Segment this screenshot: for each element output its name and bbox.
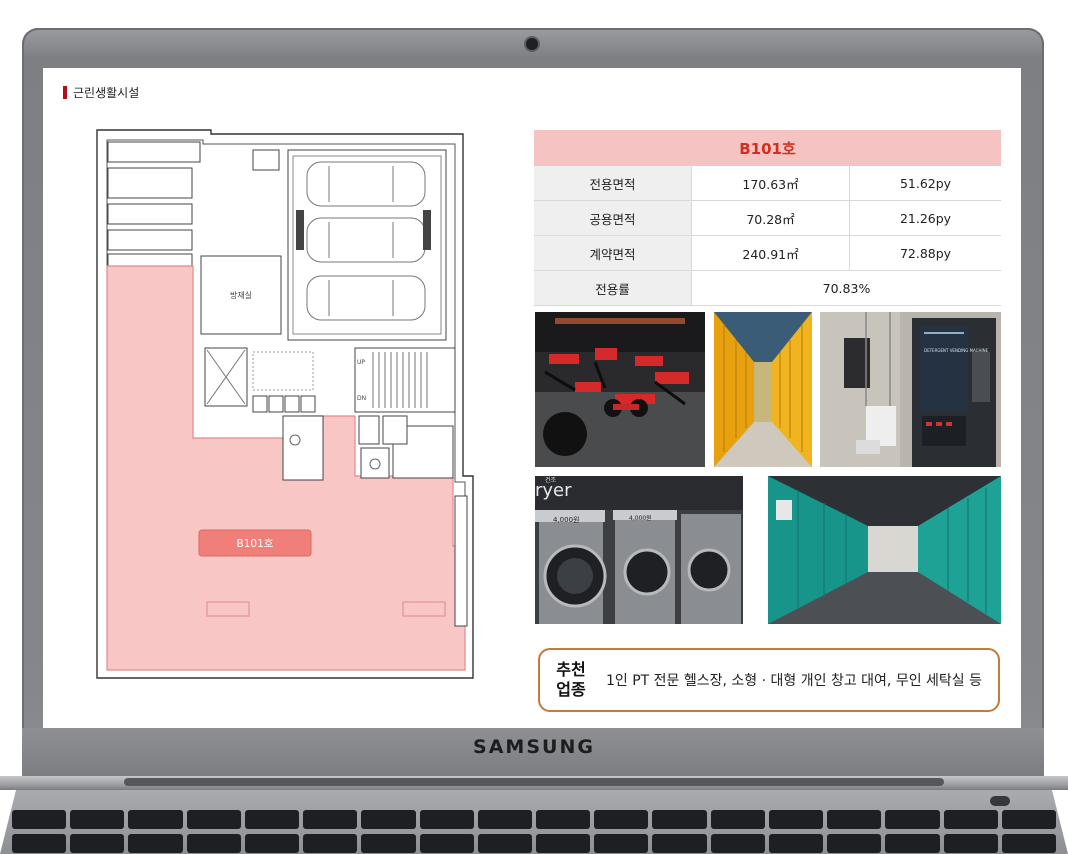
row-label: 계약면적	[534, 235, 692, 271]
keyboard-key[interactable]	[361, 834, 416, 853]
keyboard-key[interactable]	[244, 810, 300, 829]
stair-up-label: UP	[357, 359, 365, 366]
keyboard-key[interactable]	[535, 834, 591, 853]
ratio-label: 전용률	[534, 270, 692, 306]
keyboard-key[interactable]	[303, 810, 358, 829]
keyboard-key[interactable]	[1001, 810, 1056, 829]
area-m2: 70.28㎡	[691, 200, 850, 236]
teal-storage-corridor-photo	[768, 476, 1001, 624]
reco-label-line2: 업종	[556, 680, 586, 699]
section-title-text: 근린생활시설	[73, 86, 140, 100]
laptop-screen: 근린생활시설 방재실 UP DN B101호 B101호 전용면적 170.63…	[43, 68, 1021, 728]
keyboard-key[interactable]	[186, 834, 241, 853]
recommended-business-label: 추천 업종	[540, 660, 602, 700]
keyboard-key[interactable]	[768, 834, 824, 853]
keyboard-key[interactable]	[128, 834, 183, 853]
recommended-business-text: 1인 PT 전문 헬스장, 소형 · 대형 개인 창고 대여, 무인 세탁실 등	[606, 673, 983, 689]
keyboard-key[interactable]	[535, 810, 591, 829]
row-label: 전용면적	[534, 166, 692, 201]
power-button[interactable]	[990, 796, 1010, 806]
keyboard-key[interactable]	[768, 810, 824, 829]
unit-area-table: B101호 전용면적 170.63㎡ 51.62py 공용면적 70.28㎡ 2…	[534, 130, 1001, 306]
keyboard-key[interactable]	[244, 834, 300, 853]
area-m2: 170.63㎡	[691, 166, 850, 201]
stair-down-label: DN	[357, 395, 366, 402]
floor-plan: 방재실 UP DN B101호	[96, 129, 474, 679]
keyboard-key[interactable]	[477, 834, 532, 853]
keyboard-key[interactable]	[885, 834, 940, 853]
keyboard-key[interactable]	[419, 834, 474, 853]
keyboard-key[interactable]	[594, 834, 649, 853]
yellow-storage-corridor-photo	[714, 312, 812, 467]
table-row: 공용면적 70.28㎡ 21.26py	[534, 200, 1001, 236]
webcam-icon	[526, 38, 538, 50]
brand-logo: SAMSUNG	[473, 736, 595, 758]
keyboard-key[interactable]	[652, 834, 707, 853]
price-label-1: 4,000원	[553, 515, 579, 524]
keyboard-key[interactable]	[419, 810, 474, 829]
table-row: 계약면적 240.91㎡ 72.88py	[534, 235, 1001, 271]
area-py: 51.62py	[849, 166, 1001, 201]
area-m2: 240.91㎡	[691, 235, 850, 271]
keyboard-key[interactable]	[12, 834, 67, 853]
keyboard-key[interactable]	[303, 834, 358, 853]
keyboard[interactable]	[12, 810, 1056, 854]
keyboard-key[interactable]	[827, 834, 882, 853]
ratio-value: 70.83%	[691, 270, 1001, 306]
keyboard-key[interactable]	[943, 834, 998, 853]
table-row: 전용률 70.83%	[534, 270, 1001, 306]
price-label-2: 4,000원	[629, 514, 652, 522]
recommended-business-box: 추천 업종 1인 PT 전문 헬스장, 소형 · 대형 개인 창고 대여, 무인…	[538, 648, 1000, 712]
hinge-groove	[124, 778, 944, 786]
keyboard-key[interactable]	[128, 810, 183, 829]
keyboard-key[interactable]	[943, 810, 998, 829]
unit-badge-label: B101호	[237, 538, 274, 550]
keyboard-key[interactable]	[186, 810, 241, 829]
vending-machine-text: DETERGENT VENDING MACHINE	[924, 348, 989, 353]
section-title: 근린생활시설	[63, 84, 139, 101]
keyboard-key[interactable]	[594, 810, 649, 829]
keyboard-key[interactable]	[1001, 834, 1056, 853]
keyboard-key[interactable]	[361, 810, 416, 829]
keyboard-key[interactable]	[70, 834, 125, 853]
table-row: 전용면적 170.63㎡ 51.62py	[534, 166, 1001, 201]
laundromat-sign-korean: 건조	[545, 476, 557, 484]
unit-table-header: B101호	[534, 130, 1001, 166]
area-py: 21.26py	[849, 200, 1001, 236]
keyboard-key[interactable]	[477, 810, 532, 829]
keyboard-key[interactable]	[652, 810, 707, 829]
area-py: 72.88py	[849, 235, 1001, 271]
keyboard-key[interactable]	[12, 810, 67, 829]
gym-photo	[535, 312, 705, 467]
keyboard-key[interactable]	[710, 810, 765, 829]
keyboard-key[interactable]	[827, 810, 882, 829]
keyboard-key[interactable]	[70, 810, 125, 829]
room-label-disaster-prevention: 방재실	[230, 290, 252, 300]
reco-label-line1: 추천	[556, 660, 586, 679]
laundromat-photo: ryer 건조 4,000원 4,000원	[535, 476, 743, 624]
detergent-vending-photo: DETERGENT VENDING MACHINE	[820, 312, 1001, 467]
title-accent-bar	[63, 86, 67, 99]
keyboard-key[interactable]	[710, 834, 765, 853]
row-label: 공용면적	[534, 200, 692, 236]
keyboard-key[interactable]	[885, 810, 940, 829]
